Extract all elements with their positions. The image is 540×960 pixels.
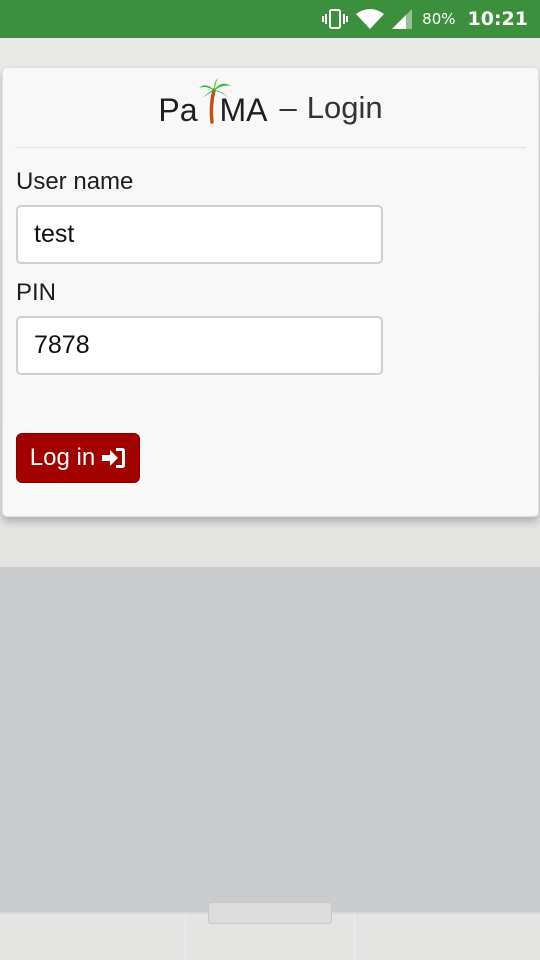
- background-stand: [208, 902, 332, 924]
- login-card: Pa MA – Login User name PIN Log in: [2, 67, 539, 517]
- page-title: Login: [306, 90, 383, 125]
- sign-in-icon: [102, 447, 126, 469]
- wifi-icon: [356, 9, 385, 29]
- background-panel: [0, 567, 540, 912]
- palm-tree-icon: [198, 77, 231, 126]
- background-post-right: [353, 914, 356, 960]
- battery-percent: 80%: [422, 10, 456, 28]
- username-input[interactable]: [16, 205, 383, 264]
- status-bar: 80% 10:21: [0, 0, 540, 38]
- pin-label: PIN: [16, 279, 57, 306]
- palma-logo: Pa MA: [158, 77, 268, 128]
- pin-input[interactable]: [16, 316, 383, 375]
- status-clock: 10:21: [467, 8, 528, 30]
- login-button[interactable]: Log in: [16, 433, 140, 483]
- login-button-label: Log in: [29, 444, 96, 471]
- header-dash: –: [279, 90, 297, 125]
- background-post-left: [184, 914, 187, 960]
- card-header: Pa MA – Login: [15, 68, 526, 148]
- username-label: User name: [16, 168, 134, 195]
- signal-icon: [392, 9, 413, 29]
- vibrate-icon: [322, 8, 349, 30]
- logo-prefix: Pa: [158, 91, 198, 128]
